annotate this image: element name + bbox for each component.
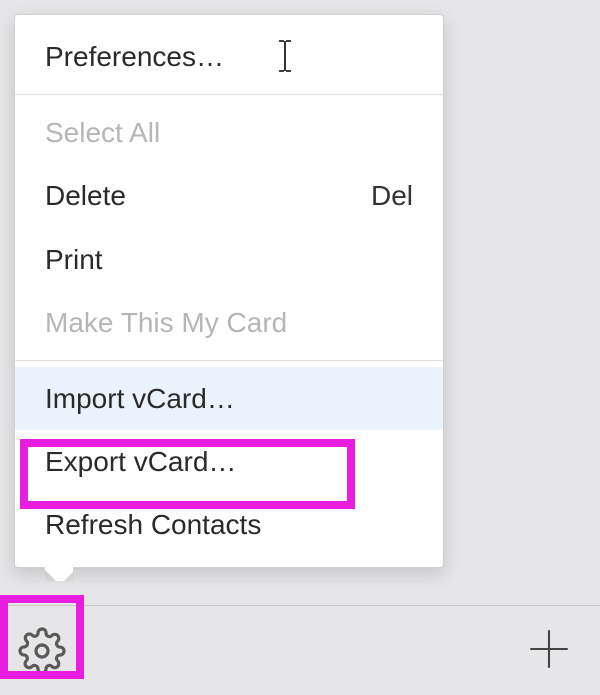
menu-item-label: Select All: [45, 113, 160, 152]
menu-item-shortcut: Del: [371, 176, 413, 215]
menu-item-label: Make This My Card: [45, 303, 287, 342]
add-contact-button[interactable]: [521, 624, 576, 679]
menu-item-select-all: Select All: [15, 101, 443, 164]
menu-item-print[interactable]: Print: [15, 228, 443, 291]
menu-separator: [15, 94, 443, 95]
plus-icon: [524, 624, 574, 679]
menu-pointer-tail: [45, 567, 73, 581]
settings-popup-menu: Preferences… Select All Delete Del Print…: [14, 14, 444, 568]
menu-item-label: Export vCard…: [45, 442, 236, 481]
menu-item-refresh-contacts[interactable]: Refresh Contacts: [15, 493, 443, 556]
menu-item-label: Refresh Contacts: [45, 505, 261, 544]
menu-item-export-vcard[interactable]: Export vCard…: [15, 430, 443, 493]
menu-item-label: Delete: [45, 176, 126, 215]
menu-item-make-my-card: Make This My Card: [15, 291, 443, 354]
settings-gear-button[interactable]: [14, 626, 69, 681]
menu-item-import-vcard[interactable]: Import vCard…: [15, 367, 443, 430]
menu-separator: [15, 360, 443, 361]
app-window: Preferences… Select All Delete Del Print…: [0, 0, 600, 695]
menu-item-delete[interactable]: Delete Del: [15, 164, 443, 227]
menu-item-label: Print: [45, 240, 103, 279]
toolbar: [0, 605, 600, 695]
menu-item-preferences[interactable]: Preferences…: [15, 25, 443, 88]
gear-icon: [18, 627, 66, 680]
menu-item-label: Preferences…: [45, 37, 224, 76]
text-cursor-icon: [275, 39, 295, 73]
menu-item-label: Import vCard…: [45, 379, 235, 418]
